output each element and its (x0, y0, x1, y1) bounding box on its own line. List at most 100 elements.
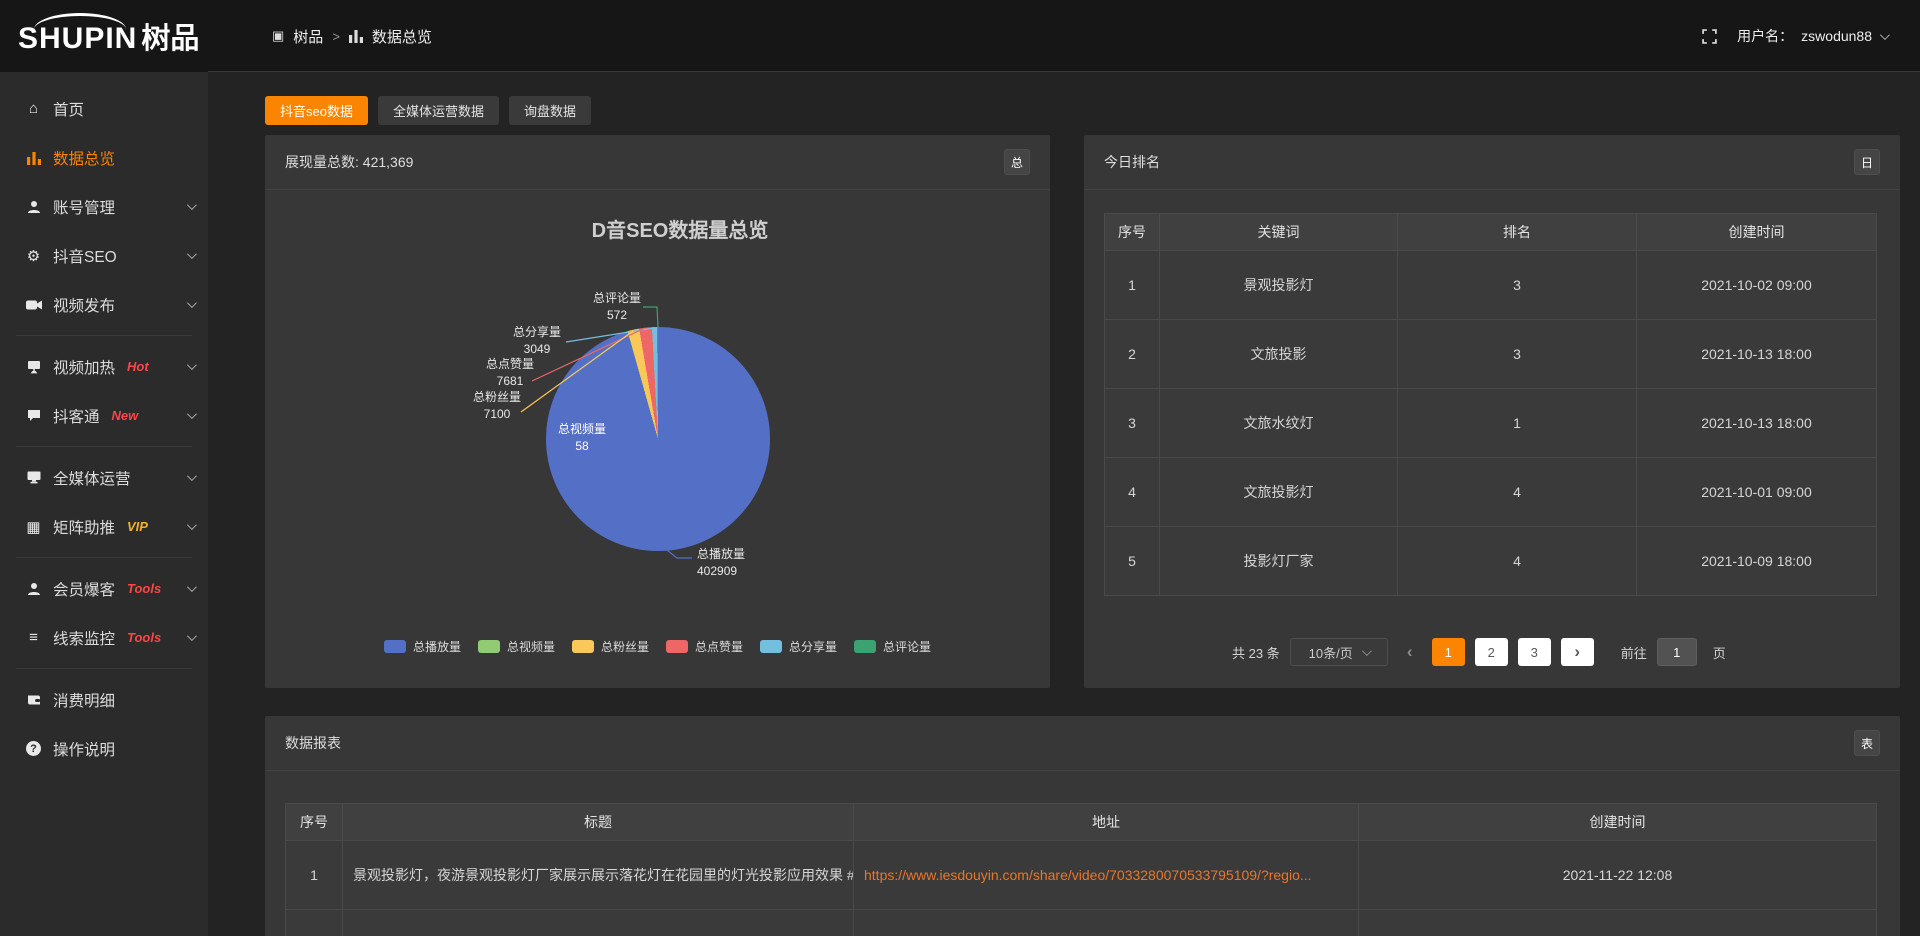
cell-created: 2021-10-02 09:00 (1637, 251, 1877, 320)
cell-url (854, 910, 1359, 936)
column-header-created: 创建时间 (1359, 804, 1877, 841)
cell-created: 2021-10-01 09:00 (1637, 458, 1877, 527)
chevron-down-icon (187, 471, 197, 481)
legend-item[interactable]: 总粉丝量 (572, 638, 649, 655)
sidebar-item-label: 抖客通 (53, 405, 100, 427)
sidebar-item-help[interactable]: ? 操作说明 (0, 724, 208, 773)
chevron-down-icon (187, 298, 197, 308)
pie-label-value: 7100 (473, 406, 521, 423)
user-icon (25, 199, 42, 215)
legend-item[interactable]: 总点赞量 (666, 638, 743, 655)
rank-panel-title: 今日排名 (1104, 152, 1160, 172)
cell-index: 1 (286, 841, 343, 910)
legend-label: 总评论量 (883, 638, 931, 655)
pie-label-comments: 总评论量 572 (593, 290, 641, 324)
total-toggle-button[interactable]: 总 (1004, 149, 1030, 175)
next-page-button[interactable]: › (1561, 638, 1594, 666)
hot-badge: Hot (127, 359, 149, 374)
sidebar: ⌂ 首页 数据总览 账号管理 ⚙ 抖音SEO 视频发布 (0, 72, 208, 936)
cell-keyword: 投影灯厂家 (1160, 527, 1398, 596)
bar-chart-icon (349, 29, 363, 43)
chevron-down-icon (187, 520, 197, 530)
user-menu[interactable]: 用户名： zswodun88 (1737, 26, 1887, 46)
pie-label-name: 总点赞量 (486, 356, 534, 373)
page-button-2[interactable]: 2 (1475, 638, 1508, 666)
sidebar-item-consumption[interactable]: 消费明细 (0, 675, 208, 724)
column-header-index: 序号 (1105, 214, 1160, 251)
sidebar-item-member-burst[interactable]: 会员爆客 Tools (0, 564, 208, 613)
column-header-created: 创建时间 (1637, 214, 1877, 251)
cell-created: 2021-10-13 18:00 (1637, 389, 1877, 458)
table-row[interactable]: 1 景观投影灯，夜游景观投影灯厂家展示展示落花灯在花园里的灯光投影应用效果 # … (286, 841, 1877, 910)
cell-created: 2021-10-13 18:00 (1637, 320, 1877, 389)
new-badge: New (112, 408, 139, 423)
sidebar-item-matrix-boost[interactable]: ▦ 矩阵助推 VIP (0, 502, 208, 551)
chat-icon (25, 408, 42, 424)
prev-page-button[interactable]: ‹ (1398, 642, 1422, 662)
legend-swatch (572, 640, 594, 653)
sidebar-item-label: 消费明细 (53, 689, 115, 711)
report-table: 序号 标题 地址 创建时间 1 景观投影灯，夜游景观投影灯厂家展示展示落花灯在花… (285, 803, 1877, 936)
page-unit-label: 页 (1713, 643, 1726, 662)
report-body: 序号 标题 地址 创建时间 1 景观投影灯，夜游景观投影灯厂家展示展示落花灯在花… (265, 771, 1900, 936)
tab-douyin-seo[interactable]: 抖音seo数据 (265, 96, 368, 125)
legend-swatch (760, 640, 782, 653)
sidebar-item-home[interactable]: ⌂ 首页 (0, 84, 208, 133)
rank-body: 序号 关键词 排名 创建时间 1 景观投影灯 3 2021-10 (1084, 190, 1900, 687)
pie-label-value: 402909 (697, 563, 745, 580)
table-row[interactable]: 2 文旅投影 3 2021-10-13 18:00 (1105, 320, 1877, 389)
breadcrumb-current[interactable]: 数据总览 (372, 26, 432, 47)
legend-swatch (854, 640, 876, 653)
legend-item[interactable]: 总播放量 (384, 638, 461, 655)
table-row[interactable]: 3 文旅水纹灯 1 2021-10-13 18:00 (1105, 389, 1877, 458)
chevron-down-icon (1362, 646, 1372, 656)
sidebar-item-label: 操作说明 (53, 738, 115, 760)
legend-label: 总播放量 (413, 638, 461, 655)
page-button-3[interactable]: 3 (1518, 638, 1551, 666)
pie-label-name: 总分享量 (513, 324, 561, 341)
sidebar-item-video-heat[interactable]: 视频加热 Hot (0, 342, 208, 391)
tab-omnimedia-data[interactable]: 全媒体运营数据 (378, 96, 499, 125)
cell-keyword: 文旅投影 (1160, 320, 1398, 389)
chevron-down-icon (187, 582, 197, 592)
video-link[interactable]: https://www.iesdouyin.com/share/video/70… (864, 867, 1312, 883)
breadcrumb: ▣ 树品 > 数据总览 (272, 26, 432, 47)
legend-item[interactable]: 总评论量 (854, 638, 931, 655)
sidebar-item-label: 视频加热 (53, 356, 115, 378)
pie-chart: D音SEO数据量总览 总评论量 572 总分享量 (265, 190, 1050, 687)
table-row[interactable] (286, 910, 1877, 936)
sidebar-item-label: 矩阵助推 (53, 516, 115, 538)
tab-inquiry-data[interactable]: 询盘数据 (509, 96, 591, 125)
goto-label: 前往 (1621, 643, 1647, 662)
table-row[interactable]: 4 文旅投影灯 4 2021-10-01 09:00 (1105, 458, 1877, 527)
member-icon (25, 581, 42, 597)
legend-item[interactable]: 总分享量 (760, 638, 837, 655)
table-row[interactable]: 1 景观投影灯 3 2021-10-02 09:00 (1105, 251, 1877, 320)
goto-page-input[interactable] (1657, 638, 1697, 666)
topbar-right: 用户名： zswodun88 (1702, 26, 1920, 46)
sidebar-item-douketong[interactable]: 抖客通 New (0, 391, 208, 440)
sidebar-item-data-overview[interactable]: 数据总览 (0, 133, 208, 182)
sidebar-divider (16, 557, 192, 558)
sidebar-item-label: 首页 (53, 98, 84, 120)
page-size-select[interactable]: 10条/页 (1290, 638, 1388, 666)
sidebar-item-video-publish[interactable]: 视频发布 (0, 280, 208, 329)
table-row[interactable]: 5 投影灯厂家 4 2021-10-09 18:00 (1105, 527, 1877, 596)
day-toggle-button[interactable]: 日 (1854, 149, 1880, 175)
legend-item[interactable]: 总视频量 (478, 638, 555, 655)
page-button-1[interactable]: 1 (1432, 638, 1465, 666)
breadcrumb-root[interactable]: 树品 (293, 26, 323, 47)
sidebar-item-douyin-seo[interactable]: ⚙ 抖音SEO (0, 231, 208, 280)
pie-label-fans: 总粉丝量 7100 (473, 389, 521, 423)
cell-title: 景观投影灯，夜游景观投影灯厂家展示展示落花灯在花园里的灯光投影应用效果 # (343, 841, 854, 910)
column-header-title: 标题 (343, 804, 854, 841)
pie-label-plays: 总播放量 402909 (697, 546, 745, 580)
sidebar-item-account[interactable]: 账号管理 (0, 182, 208, 231)
table-toggle-button[interactable]: 表 (1854, 730, 1880, 756)
cell-created: 2021-10-09 18:00 (1637, 527, 1877, 596)
fullscreen-icon[interactable] (1702, 29, 1717, 44)
cell-title (343, 910, 854, 936)
sidebar-item-omnimedia[interactable]: 全媒体运营 (0, 453, 208, 502)
sidebar-item-lead-monitor[interactable]: ≡ 线索监控 Tools (0, 613, 208, 662)
projector-icon (25, 359, 42, 375)
